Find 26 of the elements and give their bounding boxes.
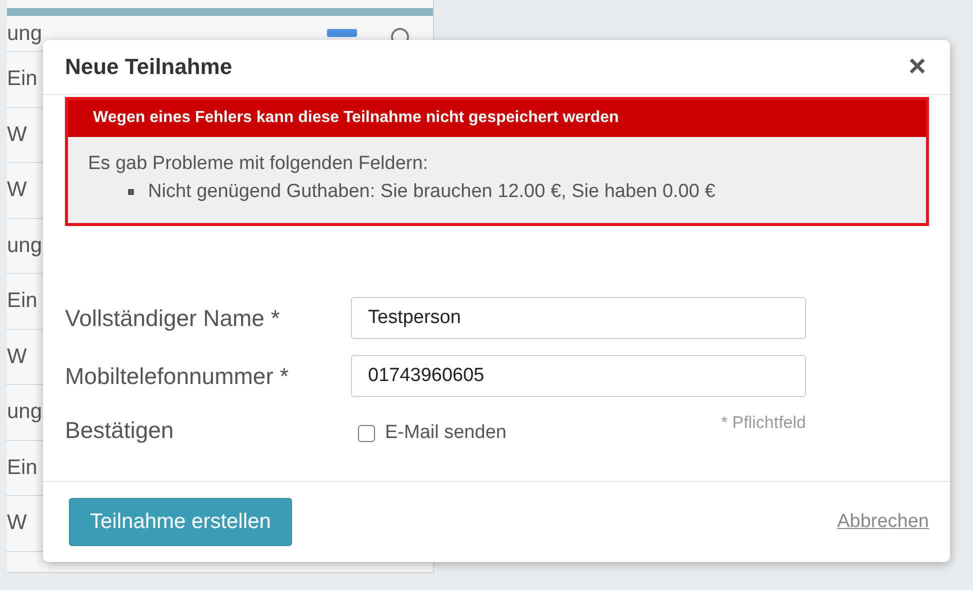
table-cell: ung — [7, 22, 42, 46]
field-label: Bestätigen — [65, 416, 175, 444]
table-cell: W — [7, 178, 27, 202]
table-cell: W — [7, 122, 27, 147]
table-cell: Ein — [7, 67, 38, 92]
input-field[interactable]: Testperson — [351, 297, 806, 339]
error-intro: Es gab Probleme mit folgenden Feldern: — [88, 153, 430, 175]
required-note: * Pflichtfeld — [720, 413, 806, 433]
field-label: Mobiltelefonnummer * — [65, 362, 290, 390]
square-icon — [327, 29, 357, 37]
table-cell: Ein — [7, 456, 38, 480]
cancel-link[interactable]: Abbrechen — [837, 511, 929, 533]
error-message: Nicht genügend Guthaben: Sie brauchen 12.00 €, Sie haben 0.00 € — [148, 181, 716, 203]
table-cell: ung — [7, 400, 42, 424]
error-heading: Wegen eines Fehlers kann diese Teilnahme nicht gespeichert werden — [68, 100, 926, 137]
field-label: Vollständiger Name * — [65, 304, 281, 332]
bullet-icon — [128, 189, 134, 195]
checkbox[interactable] — [358, 424, 375, 442]
table-cell: ung — [7, 234, 42, 258]
checkbox-label: E-Mail senden — [385, 422, 506, 444]
table-cell: Ein — [7, 289, 38, 314]
close-button[interactable]: × — [904, 52, 930, 82]
table-cell: W — [7, 344, 27, 369]
dialog-title: Neue Teilnahme — [65, 54, 232, 80]
input-field[interactable]: 01743960605 — [351, 355, 806, 397]
table-cell: W — [7, 511, 27, 536]
